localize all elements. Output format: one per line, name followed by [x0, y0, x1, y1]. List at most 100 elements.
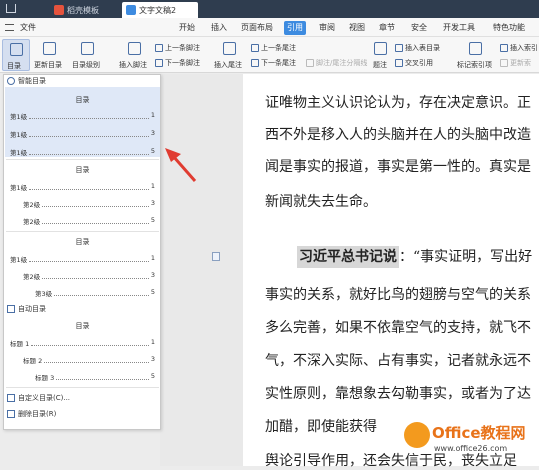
toc-line-page: 1 [150, 254, 155, 262]
insert-table-toc-label: 插入表目录 [405, 44, 440, 52]
toc-line: 第1级 3 [10, 129, 155, 139]
prev-endnote-button[interactable]: 上一条尾注 [251, 43, 296, 53]
red-arrow-annotation [165, 148, 197, 182]
caption-label: 题注 [373, 61, 387, 69]
cross-ref-icon [395, 59, 403, 67]
toc-title: 目录 [75, 238, 90, 246]
toc-template-2[interactable]: 目录 第1级 1 第2级 3 第2级 5 [5, 160, 160, 230]
insert-footnote-button[interactable]: 插入脚注 [118, 39, 152, 71]
toc-title: 目录 [75, 322, 90, 330]
menu-item-references[interactable]: 引用 [284, 21, 306, 35]
insert-index-button[interactable]: 插入索引 [500, 43, 538, 53]
toc-template-1[interactable]: 目录 第1级 1 第1级 3 第1级 5 [5, 87, 160, 157]
toc-dropdown-panel: 智能目录 目录 第1级 1 第1级 3 第1级 5 目录 第1级 1 第2级 3 第2级 5… [3, 74, 161, 430]
toc-line-page: 3 [150, 355, 155, 363]
doc-line-3: 闻是事实的报道，事实是第一性的。真实是 [265, 159, 531, 175]
toc-line-text: 标题 1 [10, 340, 30, 348]
toc-line-page: 1 [150, 182, 155, 190]
update-toc-label: 更新目录 [34, 61, 62, 69]
toc-line-text: 标题 3 [35, 374, 55, 382]
next-footnote-button[interactable]: 下一条脚注 [155, 58, 200, 68]
toc-button[interactable]: 目录 [2, 39, 30, 71]
doc-line-9: 实性原则，靠想象去勾勒事实，或者为了达 [265, 386, 531, 402]
update-toc-button[interactable]: 更新目录 [34, 39, 66, 71]
prev-footnote-button[interactable]: 上一条脚注 [155, 43, 200, 53]
caption-button[interactable]: 题注 [371, 39, 391, 71]
toc-line: 标题 1 1 [10, 338, 155, 348]
toc-level-label: 目录级别 [72, 61, 100, 69]
toc-line-page: 5 [150, 147, 155, 155]
paragraph-mark-icon[interactable] [212, 252, 220, 261]
caption-icon [374, 42, 387, 55]
custom-toc-icon [7, 394, 15, 402]
toc-line: 第1级 1 [10, 182, 155, 192]
menu-item-features[interactable]: 特色功能 [490, 21, 528, 35]
toc-line-text: 第3级 [35, 290, 53, 298]
insert-table-toc-button[interactable]: 插入表目录 [395, 43, 440, 53]
menu-file[interactable]: 文件 [17, 21, 39, 35]
footnote-icon [128, 42, 141, 55]
hamburger-icon[interactable] [5, 24, 14, 31]
toc-line: 第2级 5 [23, 216, 155, 226]
mark-index-button[interactable]: 标记索引项 [456, 39, 496, 71]
toc-level-button[interactable]: 目录级别 [70, 39, 106, 71]
watermark-logo: Office教程网 www.office26.com [404, 420, 539, 466]
toc-leader [29, 147, 149, 155]
ribbon-toolbar: 目录 更新目录 目录级别 插入脚注 上一条脚注 下一条脚注 插入尾注 上一条尾注… [0, 37, 539, 73]
toc-template-3[interactable]: 目录 第1级 1 第2级 3 第3级 5 [5, 232, 160, 302]
table-toc-icon [395, 44, 403, 52]
tab-document-label: 文字文稿2 [139, 5, 177, 15]
toc-leader [31, 338, 149, 346]
watermark-brand: Office教程网 [432, 424, 526, 442]
update-index-label: 更新索 [510, 59, 531, 67]
note-separator-label: 脚注/尾注分隔线 [316, 59, 368, 67]
doc-line-7: 多么完善，如果不依靠空气的支持，就飞不 [265, 320, 531, 336]
toc-line-page: 5 [150, 372, 155, 380]
update-index-button[interactable]: 更新索 [500, 58, 531, 68]
toc-line: 第2级 3 [23, 271, 155, 281]
toc-leader [29, 129, 149, 137]
toc-line-text: 第2级 [23, 273, 41, 281]
update-icon [43, 42, 56, 55]
toc-title: 目录 [75, 166, 90, 174]
menu-item-developer[interactable]: 开发工具 [440, 21, 478, 35]
auto-toc-icon [7, 305, 15, 313]
toc-title: 目录 [75, 96, 90, 104]
smart-toc-header: 智能目录 [7, 76, 46, 86]
menu-item-chapter[interactable]: 章节 [376, 21, 398, 35]
cross-reference-button[interactable]: 交叉引用 [395, 58, 433, 68]
doc-line-8: 气，不深入实际、占有事实，记者就永远不 [265, 353, 531, 369]
note-separator-button[interactable]: 脚注/尾注分隔线 [306, 58, 367, 68]
toc-leader [29, 111, 149, 119]
toc-line: 第1级 1 [10, 111, 155, 121]
next-endnote-button[interactable]: 下一条尾注 [251, 58, 296, 68]
toc-icon [10, 43, 23, 56]
toc-line: 第2级 3 [23, 199, 155, 209]
menu-item-layout[interactable]: 页面布局 [238, 21, 276, 35]
doc-line-10: 加醋，即使能获得 [265, 419, 377, 435]
tab-document[interactable]: 文字文稿2 [122, 2, 198, 18]
doc-line-5: 习近平总书记说 ：“事实证明，写出好 [265, 246, 532, 268]
toc-line-page: 1 [150, 338, 155, 346]
insert-footnote-label: 插入脚注 [119, 61, 147, 69]
menu-item-view[interactable]: 视图 [346, 21, 368, 35]
menu-item-insert[interactable]: 插入 [208, 21, 230, 35]
custom-toc-menu-item[interactable]: 自定义目录(C)... [7, 393, 70, 403]
toc-line-text: 标题 2 [23, 357, 43, 365]
insert-endnote-button[interactable]: 插入尾注 [213, 39, 247, 71]
delete-toc-menu-item[interactable]: 删除目录(R) [7, 409, 56, 419]
office-logo-icon [404, 422, 430, 448]
toc-line-text: 第1级 [10, 149, 28, 157]
tab-docer[interactable]: 稻壳模板 [50, 2, 118, 18]
smart-toc-label: 智能目录 [18, 77, 46, 85]
menu-item-home[interactable]: 开始 [176, 21, 198, 35]
toc-line-page: 5 [150, 288, 155, 296]
smart-toc-icon [7, 77, 15, 85]
toc-template-auto[interactable]: 目录 标题 1 1 标题 2 3 标题 3 5 [5, 315, 160, 385]
menu-item-review[interactable]: 审阅 [316, 21, 338, 35]
home-icon[interactable] [6, 4, 16, 13]
mark-index-label: 标记索引项 [457, 61, 492, 69]
doc-line-5-text: ：“事实证明，写出好 [399, 249, 533, 265]
toc-leader [42, 216, 149, 224]
menu-item-security[interactable]: 安全 [408, 21, 430, 35]
